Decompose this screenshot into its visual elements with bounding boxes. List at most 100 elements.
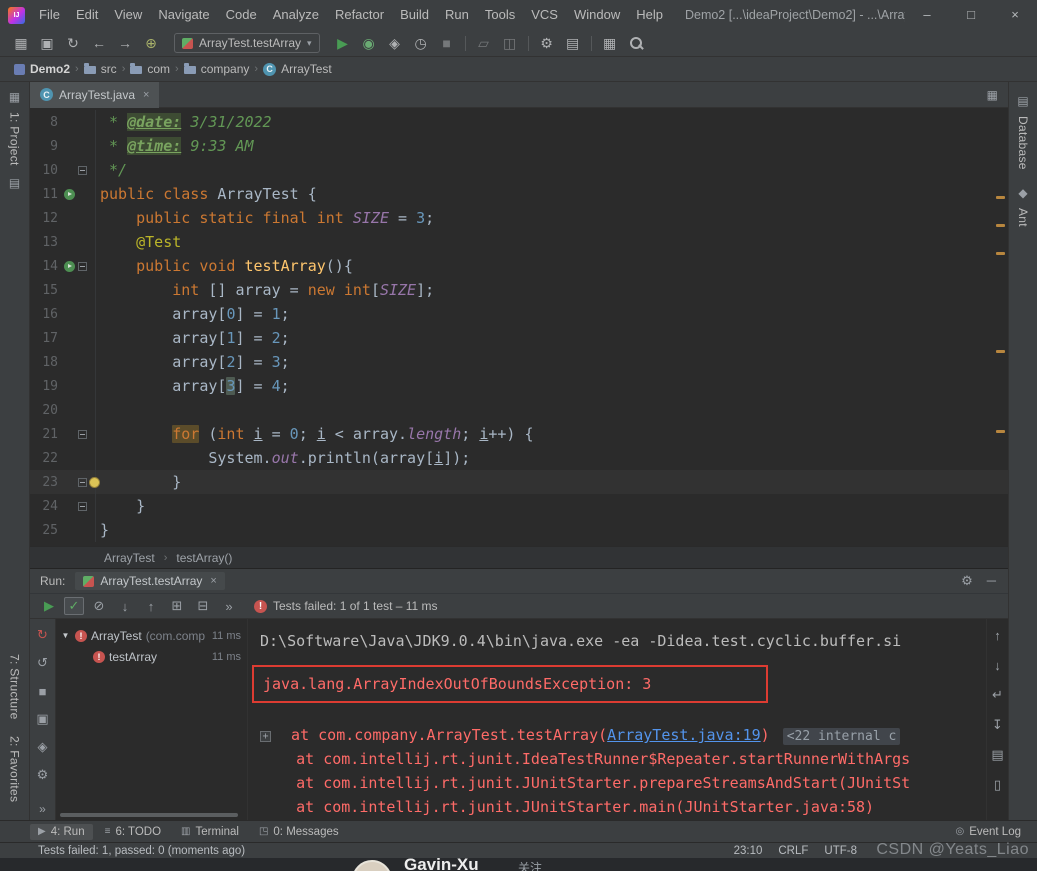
toolwindow-favorites-button[interactable]: 2: Favorites <box>8 736 22 802</box>
line-ending-indicator[interactable]: CRLF <box>778 845 808 857</box>
profiler-icon[interactable]: ◷ <box>408 30 434 56</box>
rerun-icon[interactable]: ▶ <box>38 596 60 616</box>
stop-process-icon[interactable]: ■ <box>34 683 52 699</box>
attach-icon[interactable]: ◫ <box>497 30 523 56</box>
console-line[interactable]: at com.intellij.rt.junit.JUnitStarter.ma… <box>260 795 986 819</box>
code-line[interactable]: 12 public static final int SIZE = 3; <box>30 206 1008 230</box>
fold-icon[interactable] <box>78 501 87 511</box>
code-line[interactable]: 8 * @date: 3/31/2022 <box>30 110 1008 134</box>
show-passed-icon[interactable]: ✓ <box>64 597 84 615</box>
toolwindow-database-button[interactable]: Database <box>1016 116 1030 170</box>
toolwindow-button-0-messages[interactable]: ◳ 0: Messages <box>251 824 347 840</box>
console-line[interactable]: D:\Software\Java\JDK9.0.4\bin\java.exe -… <box>260 629 986 653</box>
menu-tools[interactable]: Tools <box>477 0 523 30</box>
toolwindow-button-4-run[interactable]: ▶ 4: Run <box>30 823 93 840</box>
settings-gear-icon[interactable]: ⚙ <box>961 573 973 589</box>
console-line[interactable]: at com.intellij.rt.junit.JUnitStarter.pr… <box>260 771 986 795</box>
warning-stripe-mark[interactable] <box>996 196 1005 199</box>
settings-icon[interactable]: ⚙ <box>34 767 52 783</box>
save-all-icon[interactable]: ▣ <box>34 30 60 56</box>
code-line[interactable]: 21 for (int i = 0; i < array.length; i++… <box>30 422 1008 446</box>
follow-button[interactable]: 关注 <box>518 859 542 871</box>
encoding-indicator[interactable]: UTF-8 <box>824 845 857 857</box>
fold-icon[interactable] <box>78 477 87 487</box>
menu-analyze[interactable]: Analyze <box>265 0 327 30</box>
run-gutter-icon[interactable] <box>63 188 75 200</box>
clear-console-icon[interactable]: ▯ <box>987 775 1009 795</box>
intention-bulb-icon[interactable] <box>89 476 100 488</box>
console-fold-icon[interactable]: + <box>260 731 271 742</box>
down-stack-icon[interactable]: ↓ <box>987 655 1009 675</box>
sort-alphabetically-icon[interactable]: ↑ <box>140 596 162 616</box>
close-icon[interactable]: × <box>993 0 1037 30</box>
console-line[interactable]: + at com.company.ArrayTest.testArray(Arr… <box>260 723 986 747</box>
close-run-tab-icon[interactable]: × <box>210 575 216 587</box>
menu-help[interactable]: Help <box>628 0 671 30</box>
rerun-failed-icon[interactable]: ↻ <box>34 627 52 643</box>
coverage-icon[interactable]: ◈ <box>382 30 408 56</box>
stacktrace-link[interactable]: ArrayTest.java:19 <box>607 726 761 744</box>
warning-stripe-mark[interactable] <box>996 430 1005 433</box>
more-actions-icon[interactable]: » <box>218 596 240 616</box>
console[interactable]: D:\Software\Java\JDK9.0.4\bin\java.exe -… <box>248 619 986 820</box>
breadcrumb-item-company[interactable]: company <box>183 62 249 76</box>
menu-vcs[interactable]: VCS <box>523 0 566 30</box>
up-stack-icon[interactable]: ↑ <box>987 625 1009 645</box>
run-tab[interactable]: ArrayTest.testArray × <box>75 572 225 590</box>
fold-icon[interactable] <box>78 261 87 271</box>
toolwindow-project-button[interactable]: 1: Project <box>8 112 22 166</box>
menu-window[interactable]: Window <box>566 0 628 30</box>
menu-view[interactable]: View <box>106 0 150 30</box>
dump-threads-icon[interactable]: ▣ <box>34 711 52 727</box>
minimize-icon[interactable]: – <box>905 0 949 30</box>
test-tree-item[interactable]: ▼! ArrayTest (com.comp 11 ms <box>56 625 247 646</box>
maximize-icon[interactable]: □ <box>949 0 993 30</box>
tab-arraytest-java[interactable]: C ArrayTest.java × <box>30 81 160 108</box>
menu-build[interactable]: Build <box>392 0 437 30</box>
menu-refactor[interactable]: Refactor <box>327 0 392 30</box>
run-gutter-icon[interactable] <box>63 260 75 272</box>
search-icon[interactable] <box>623 30 649 56</box>
build-icon[interactable]: ⊕ <box>138 30 164 56</box>
editor-breadcrumb-item[interactable]: testArray() <box>174 551 234 565</box>
toolwindow-button-event-log[interactable]: ◎ Event Log <box>947 824 1029 840</box>
print-icon[interactable]: ▤ <box>987 745 1009 765</box>
menu-edit[interactable]: Edit <box>68 0 106 30</box>
error-stripe[interactable] <box>994 108 1008 546</box>
collapse-all-icon[interactable]: ⊟ <box>192 596 214 616</box>
layout-icon[interactable]: ▦ <box>597 30 623 56</box>
code-line[interactable]: 19 array[3] = 4; <box>30 374 1008 398</box>
more-icon[interactable]: » <box>30 802 55 816</box>
code-line[interactable]: 22 System.out.println(array[i]); <box>30 446 1008 470</box>
forward-icon[interactable]: → <box>112 30 138 56</box>
console-line[interactable]: at com.intellij.rt.junit.IdeaTestRunner$… <box>260 747 986 771</box>
code-line[interactable]: 14 public void testArray(){ <box>30 254 1008 278</box>
code-line[interactable]: 15 int [] array = new int[SIZE]; <box>30 278 1008 302</box>
menu-file[interactable]: File <box>31 0 68 30</box>
close-tab-icon[interactable]: × <box>143 89 149 101</box>
sort-by-duration-icon[interactable]: ↓ <box>114 596 136 616</box>
expand-arrow-icon[interactable]: ▼ <box>60 631 71 640</box>
back-icon[interactable]: ← <box>86 30 112 56</box>
menu-code[interactable]: Code <box>218 0 265 30</box>
code-editor[interactable]: 8 * @date: 3/31/2022 9 * @time: 9:33 AM 10… <box>30 108 1008 546</box>
code-line[interactable]: 20 <box>30 398 1008 422</box>
code-line[interactable]: 10 */ <box>30 158 1008 182</box>
hide-panel-icon[interactable]: ─ <box>987 573 996 589</box>
code-line[interactable]: 17 array[1] = 2; <box>30 326 1008 350</box>
code-line[interactable]: 11 public class ArrayTest { <box>30 182 1008 206</box>
soft-wrap-icon[interactable]: ↵ <box>987 685 1009 705</box>
coverage-icon[interactable]: ◈ <box>34 739 52 755</box>
toolwindow-ant-button[interactable]: Ant <box>1016 208 1030 227</box>
test-tree-item[interactable]: ! testArray 11 ms <box>56 646 247 667</box>
tree-scrollbar[interactable] <box>60 813 238 817</box>
menu-navigate[interactable]: Navigate <box>150 0 217 30</box>
run-icon[interactable]: ▶ <box>330 30 356 56</box>
breadcrumb-item-demo2[interactable]: Demo2 <box>14 62 70 76</box>
scroll-to-end-icon[interactable]: ↧ <box>987 715 1009 735</box>
show-ignored-icon[interactable]: ⊘ <box>88 596 110 616</box>
auto-test-icon[interactable]: ↺ <box>34 655 52 671</box>
stop-icon[interactable]: ■ <box>434 30 460 56</box>
warning-stripe-mark[interactable] <box>996 252 1005 255</box>
breadcrumb-item-src[interactable]: src <box>83 62 117 76</box>
